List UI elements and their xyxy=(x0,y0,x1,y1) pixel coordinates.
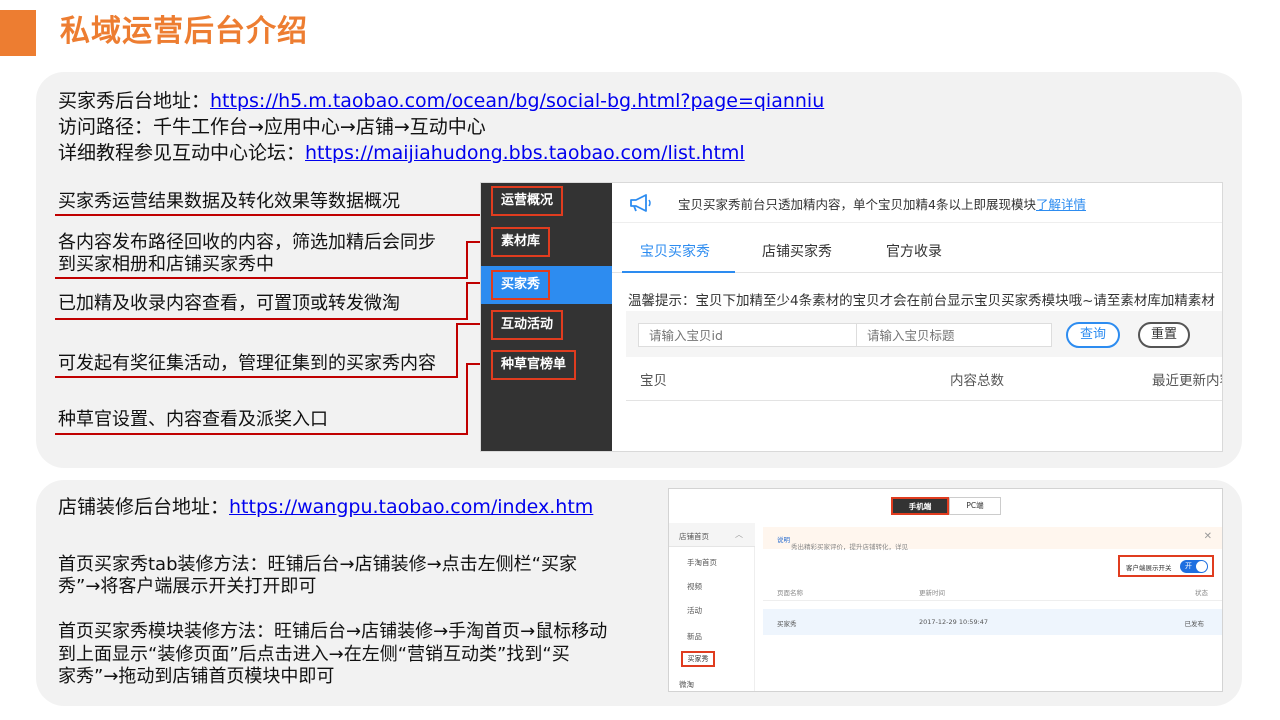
decoration-sidebar: 店铺首页 ︿ 手淘首页 视频 活动 新品 买家秀 微淘 xyxy=(669,523,755,691)
sidebar-item-video[interactable]: 视频 xyxy=(687,581,702,592)
annotation-material-line2: 到买家相册和店铺买家秀中 xyxy=(58,254,274,275)
column-header: 内容总数 xyxy=(950,373,1004,389)
column-header: 最近更新内容 xyxy=(1152,373,1222,389)
tab-bar: 宝贝买家秀 店铺买家秀 官方收录 xyxy=(612,231,1222,273)
row-update-time: 2017-12-29 10:59:47 xyxy=(919,618,989,626)
chevron-up-icon: ︿ xyxy=(735,530,743,539)
sidebar-item-weitao[interactable]: 微淘 xyxy=(679,679,694,690)
client-display-toggle[interactable]: 客户端展示开关 开 xyxy=(1118,555,1214,577)
table-header: 宝贝 内容总数 最近更新内容 xyxy=(626,361,1222,401)
connector-line xyxy=(55,318,468,320)
column-header: 页面名称 xyxy=(777,589,803,597)
annotation-activity: 可发起有奖征集活动，管理征集到的买家秀内容 xyxy=(58,353,436,374)
decoration-main: 秀出精彩买家评价，提升店铺转化，详见 说明 ✕ 客户端展示开关 开 页面名称 更新… xyxy=(763,523,1222,691)
notice-text-line: 宝贝买家秀前台只透加精内容，单个宝贝加精4条以上即展现模块了解详情 xyxy=(678,194,1086,213)
connector-line xyxy=(55,277,468,279)
module-method-line2: 到上面显示“装修页面”后点击进入→在左侧“营销互动类”找到“买 xyxy=(58,644,570,665)
tab-method-line2: 秀”→将客户端展示开关打开即可 xyxy=(58,576,317,597)
shop-decoration-url-label: 店铺装修后台地址： xyxy=(58,496,230,518)
sidebar-item-activity[interactable]: 互动活动 xyxy=(481,307,612,343)
annotation-buyer-show: 已加精及收录内容查看，可置顶或转发微淘 xyxy=(58,293,400,314)
forum-line: 详细教程参见互动中心论坛：https://maijiahudong.bbs.ta… xyxy=(58,140,745,166)
toggle-knob xyxy=(1196,561,1207,572)
connector-line xyxy=(55,214,490,216)
mobile-tab-button[interactable]: 手机端 xyxy=(891,497,949,515)
notice-link[interactable]: 说明 xyxy=(777,536,790,544)
toggle-state: 开 xyxy=(1185,562,1192,570)
notice-bar: 秀出精彩买家评价，提升店铺转化，详见 说明 ✕ xyxy=(763,527,1222,551)
sidebar-item-label: 互动活动 xyxy=(491,310,564,340)
tab-method-line1: 首页买家秀tab装修方法：旺铺后台→店铺装修→点击左侧栏“买家 xyxy=(58,554,578,575)
screenshot-sidebar: 运营概况 素材库 买家秀 互动活动 种草官榜单 xyxy=(481,183,612,451)
sidebar-item-new[interactable]: 新品 xyxy=(687,631,702,642)
tab-official-collect[interactable]: 官方收录 xyxy=(886,241,942,261)
title-accent-bar xyxy=(0,10,36,56)
module-method-line3: 家秀”→拖动到店铺首页模块中即可 xyxy=(58,666,335,687)
forum-label: 详细教程参见互动中心论坛： xyxy=(58,142,306,164)
screenshot-main: 宝贝买家秀前台只透加精内容，单个宝贝加精4条以上即展现模块了解详情 宝贝买家秀 … xyxy=(612,183,1222,451)
close-icon[interactable]: ✕ xyxy=(1204,531,1212,542)
column-header: 更新时间 xyxy=(919,589,945,597)
sidebar-item-buyer-show[interactable]: 买家秀 xyxy=(681,651,715,667)
sidebar-header-label: 店铺首页 xyxy=(679,532,709,541)
connector-line xyxy=(55,376,458,378)
notice-text: 秀出精彩买家评价，提升店铺转化，详见 xyxy=(791,543,908,551)
active-tab-underline xyxy=(622,271,735,273)
annotation-material-line1: 各内容发布路径回收的内容，筛选加精后会同步 xyxy=(58,232,436,253)
connector-line xyxy=(466,241,468,279)
notice-bar: 宝贝买家秀前台只透加精内容，单个宝贝加精4条以上即展现模块了解详情 xyxy=(612,183,1222,223)
sidebar-item-activity[interactable]: 活动 xyxy=(687,605,702,616)
notice-text: 宝贝买家秀前台只透加精内容，单个宝贝加精4条以上即展现模块 xyxy=(678,197,1036,212)
buyer-show-url-link[interactable]: https://h5.m.taobao.com/ocean/bg/social-… xyxy=(210,90,824,112)
sidebar-item-seeding-rank[interactable]: 种草官榜单 xyxy=(481,347,612,383)
toggle-label: 客户端展示开关 xyxy=(1126,564,1172,572)
sidebar-item-label: 种草官榜单 xyxy=(491,350,577,380)
row-page-name: 买家秀 xyxy=(777,620,797,628)
tip-text: 温馨提示：宝贝下加精至少4条素材的宝贝才会在前台显示宝贝买家秀模块哦~请至素材库… xyxy=(628,293,1215,309)
table-header: 页面名称 更新时间 状态 xyxy=(763,583,1222,601)
sidebar-item-buyer-show[interactable]: 买家秀 xyxy=(481,266,612,304)
tab-shop-buyer-show[interactable]: 店铺买家秀 xyxy=(762,241,832,261)
shop-decoration-screenshot: 手机端 PC端 店铺首页 ︿ 手淘首页 视频 活动 新品 买家秀 微淘 秀出精彩… xyxy=(668,488,1223,692)
column-header: 状态 xyxy=(1195,589,1208,597)
column-header: 宝贝 xyxy=(640,373,667,389)
query-button[interactable]: 查询 xyxy=(1066,322,1120,348)
tab-item-buyer-show[interactable]: 宝贝买家秀 xyxy=(640,241,710,261)
interaction-center-screenshot: 运营概况 素材库 买家秀 互动活动 种草官榜单 宝贝买家秀前台只透加精内容，单个… xyxy=(480,182,1223,452)
sidebar-item-mobile-home[interactable]: 手淘首页 xyxy=(687,557,717,568)
connector-line xyxy=(466,363,468,435)
learn-more-link[interactable]: 了解详情 xyxy=(1036,197,1086,212)
sidebar-item-overview[interactable]: 运营概况 xyxy=(481,183,612,219)
notice-text-line: 秀出精彩买家评价，提升店铺转化，详见 说明 xyxy=(777,534,908,551)
connector-line xyxy=(456,323,458,378)
row-status: 已发布 xyxy=(1184,620,1205,628)
sidebar-header[interactable]: 店铺首页 ︿ xyxy=(669,523,755,547)
connector-line xyxy=(55,433,468,435)
access-path-text: 访问路径：千牛工作台→应用中心→店铺→互动中心 xyxy=(58,116,486,138)
annotation-seeding: 种草官设置、内容查看及派奖入口 xyxy=(58,409,328,430)
forum-link[interactable]: https://maijiahudong.bbs.taobao.com/list… xyxy=(305,142,745,164)
annotation-overview: 买家秀运营结果数据及转化效果等数据概况 xyxy=(58,191,400,212)
connector-line xyxy=(466,282,468,320)
shop-decoration-url-link[interactable]: https://wangpu.taobao.com/index.htm xyxy=(229,496,593,518)
shop-decoration-url-line: 店铺装修后台地址：https://wangpu.taobao.com/index… xyxy=(58,494,593,520)
item-id-input[interactable] xyxy=(638,323,858,347)
table-row[interactable]: 买家秀 2017-12-29 10:59:47 已发布 xyxy=(763,609,1222,635)
pc-tab-button[interactable]: PC端 xyxy=(949,497,1001,515)
megaphone-icon xyxy=(630,194,651,212)
sidebar-item-label: 买家秀 xyxy=(491,270,551,300)
buyer-show-url-label: 买家秀后台地址： xyxy=(58,90,211,112)
module-method-line1: 首页买家秀模块装修方法：旺铺后台→店铺装修→手淘首页→鼠标移动 xyxy=(58,621,608,642)
reset-button[interactable]: 重置 xyxy=(1138,322,1190,348)
sidebar-item-label: 运营概况 xyxy=(491,186,564,216)
item-title-input[interactable] xyxy=(856,323,1052,347)
filter-bar: 查询 重置 xyxy=(626,311,1222,357)
toggle-switch[interactable]: 开 xyxy=(1180,560,1208,573)
sidebar-item-label: 素材库 xyxy=(491,227,551,257)
sidebar-item-material[interactable]: 素材库 xyxy=(481,224,612,260)
page-title: 私域运营后台介绍 xyxy=(60,14,308,49)
buyer-show-url-line: 买家秀后台地址：https://h5.m.taobao.com/ocean/bg… xyxy=(58,88,824,114)
